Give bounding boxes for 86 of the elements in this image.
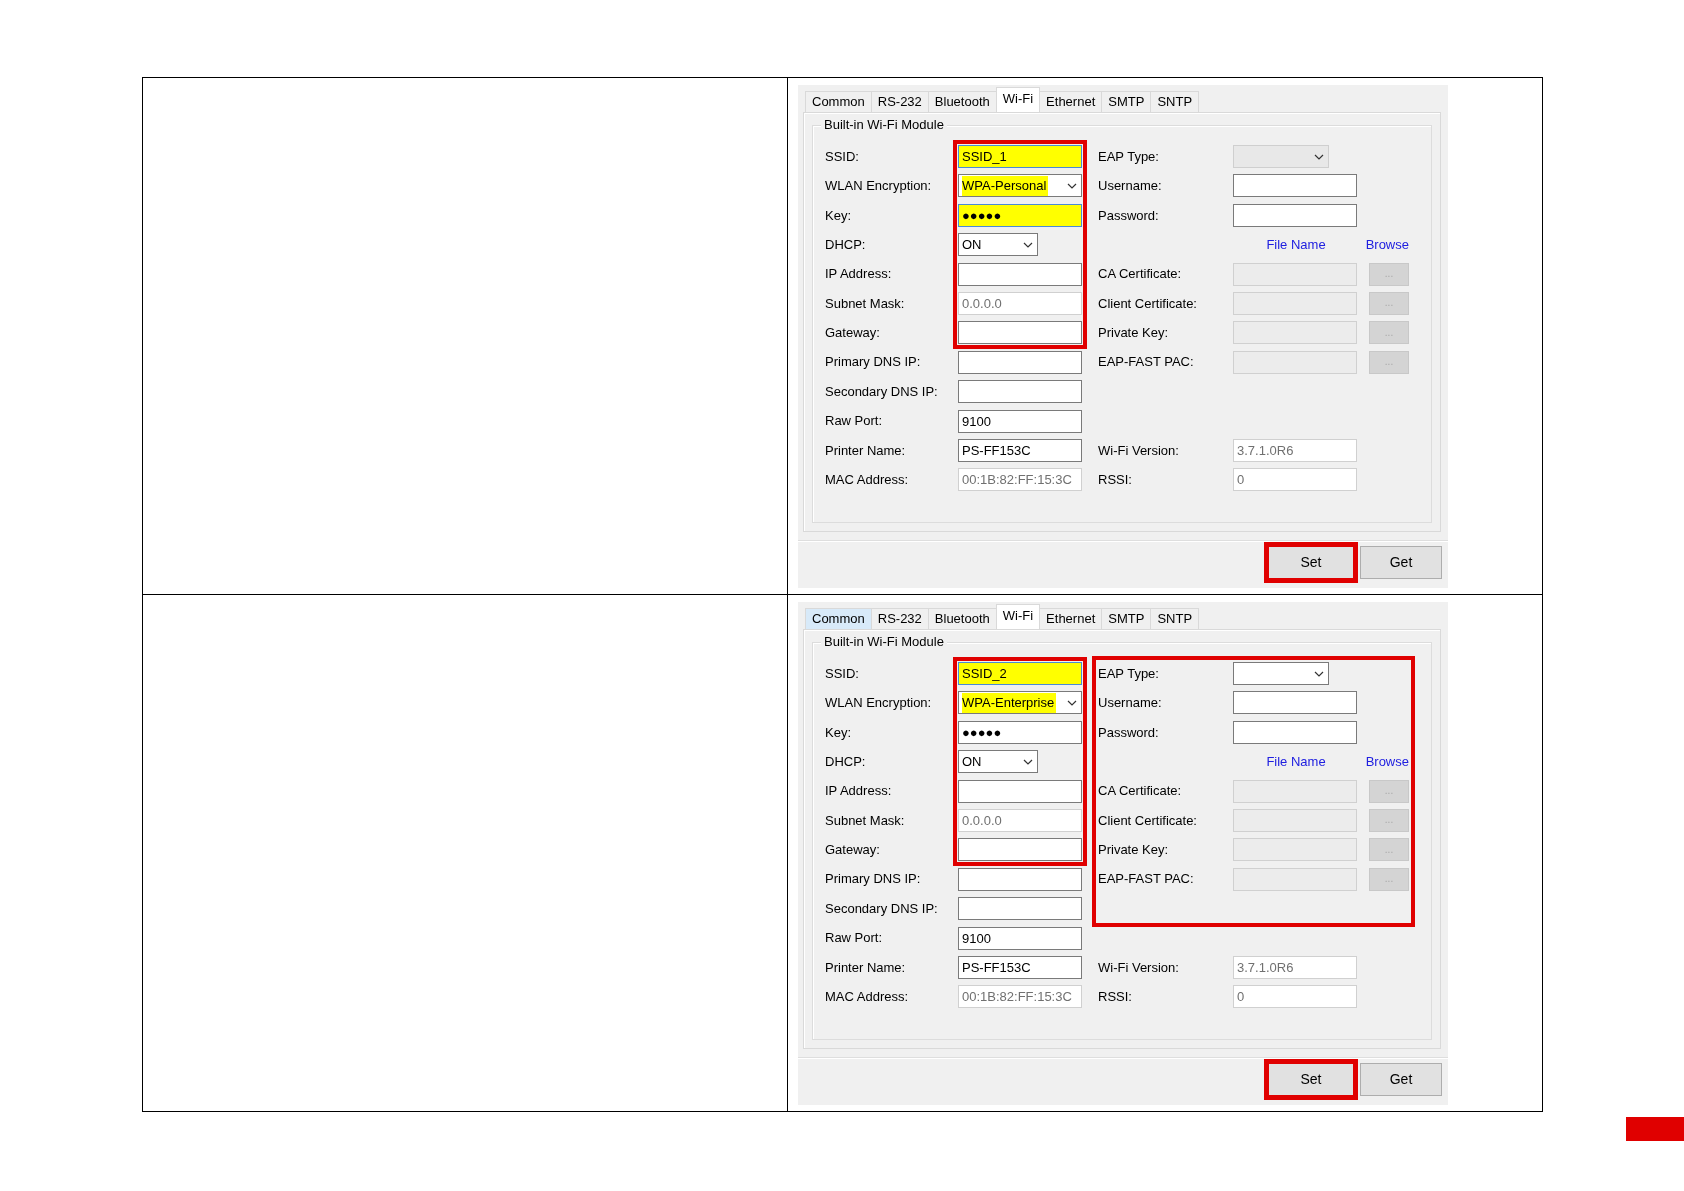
field-label: MAC Address: (825, 471, 910, 490)
column-header: File Name (1266, 235, 1326, 254)
dropdown[interactable]: ON (958, 233, 1038, 257)
input-field[interactable] (958, 321, 1082, 345)
field-label: Subnet Mask: (825, 811, 906, 830)
input-field[interactable] (958, 867, 1082, 891)
field-label: EAP-FAST PAC: (1098, 870, 1195, 889)
input-field[interactable]: 9100 (958, 409, 1082, 433)
field-label: Secondary DNS IP: (825, 899, 939, 918)
tab[interactable]: Common (805, 91, 872, 112)
input-field[interactable]: ●●●●● (958, 720, 1082, 744)
field-label: RSSI: (1098, 471, 1133, 490)
field-label: CA Certificate: (1098, 265, 1183, 284)
column-header: Browse (1365, 752, 1409, 771)
page-marker (1626, 1117, 1684, 1141)
field-label: DHCP: (825, 235, 867, 254)
field-label: Private Key: (1098, 324, 1170, 343)
field-label: EAP Type: (1098, 147, 1160, 166)
field-label: Secondary DNS IP: (825, 382, 939, 401)
field-label: Primary DNS IP: (825, 353, 922, 372)
chevron-down-icon (1067, 699, 1077, 706)
field-label: EAP-FAST PAC: (1098, 353, 1195, 372)
field-label: MAC Address: (825, 988, 910, 1007)
action-button[interactable]: Get (1360, 545, 1442, 579)
dropdown[interactable] (1233, 662, 1329, 685)
chevron-down-icon (1067, 182, 1077, 189)
tab[interactable]: SNTP (1150, 608, 1200, 629)
input-field[interactable] (1233, 720, 1357, 744)
field-label: DHCP: (825, 752, 867, 771)
field-label: IP Address: (825, 265, 893, 284)
column-header: File Name (1266, 752, 1326, 771)
field-label: Password: (1098, 723, 1160, 742)
input-field[interactable] (958, 380, 1082, 404)
field-label: Wi-Fi Version: (1098, 441, 1180, 460)
field-label: Wi-Fi Version: (1098, 958, 1180, 977)
dropdown[interactable]: WPA-Enterprise (958, 691, 1082, 715)
field-label: Printer Name: (825, 958, 907, 977)
chevron-down-icon (1314, 670, 1324, 677)
input-field[interactable] (958, 897, 1082, 921)
tab[interactable]: Wi-Fi (995, 87, 1041, 112)
input-field[interactable] (958, 262, 1082, 286)
field-label: Subnet Mask: (825, 294, 906, 313)
input-field[interactable]: PS-FF153C (958, 438, 1082, 462)
input-field[interactable] (1233, 174, 1357, 198)
input-field[interactable] (958, 779, 1082, 803)
field-label: CA Certificate: (1098, 782, 1183, 801)
field-label: EAP Type: (1098, 664, 1160, 683)
field-label: IP Address: (825, 782, 893, 801)
tab[interactable]: Wi-Fi (995, 604, 1041, 629)
input-field[interactable]: 9100 (958, 926, 1082, 950)
field-label: Raw Port: (825, 929, 884, 948)
field-label: Client Certificate: (1098, 811, 1198, 830)
field-label: Key: (825, 723, 852, 742)
action-button[interactable]: Get (1360, 1062, 1442, 1096)
input-field[interactable]: SSID_2 (958, 662, 1082, 685)
field-label: Key: (825, 206, 852, 225)
field-label: SSID: (825, 147, 860, 166)
input-field[interactable] (1233, 691, 1357, 715)
dropdown[interactable]: WPA-Personal (958, 174, 1082, 198)
input-field[interactable]: ●●●●● (958, 203, 1082, 227)
field-label: Password: (1098, 206, 1160, 225)
field-label: Private Key: (1098, 841, 1170, 860)
input-field[interactable]: SSID_1 (958, 145, 1082, 168)
input-field[interactable] (958, 350, 1082, 374)
column-header: Browse (1365, 235, 1409, 254)
input-field[interactable]: PS-FF153C (958, 955, 1082, 979)
field-label: WLAN Encryption: (825, 694, 933, 713)
input-field[interactable] (1233, 203, 1357, 227)
input-field[interactable] (958, 838, 1082, 862)
field-label: SSID: (825, 664, 860, 683)
field-label: Username: (1098, 177, 1163, 196)
chevron-down-icon (1023, 758, 1033, 765)
field-label: Client Certificate: (1098, 294, 1198, 313)
tab[interactable]: Common (805, 608, 872, 629)
chevron-down-icon (1314, 153, 1324, 160)
field-label: Primary DNS IP: (825, 870, 922, 889)
field-label: Gateway: (825, 324, 881, 343)
chevron-down-icon (1023, 241, 1033, 248)
field-label: RSSI: (1098, 988, 1133, 1007)
field-label: Raw Port: (825, 412, 884, 431)
dropdown[interactable]: ON (958, 750, 1038, 774)
field-label: Username: (1098, 694, 1163, 713)
field-label: WLAN Encryption: (825, 177, 933, 196)
tab[interactable]: SNTP (1150, 91, 1200, 112)
field-label: Gateway: (825, 841, 881, 860)
field-label: Printer Name: (825, 441, 907, 460)
